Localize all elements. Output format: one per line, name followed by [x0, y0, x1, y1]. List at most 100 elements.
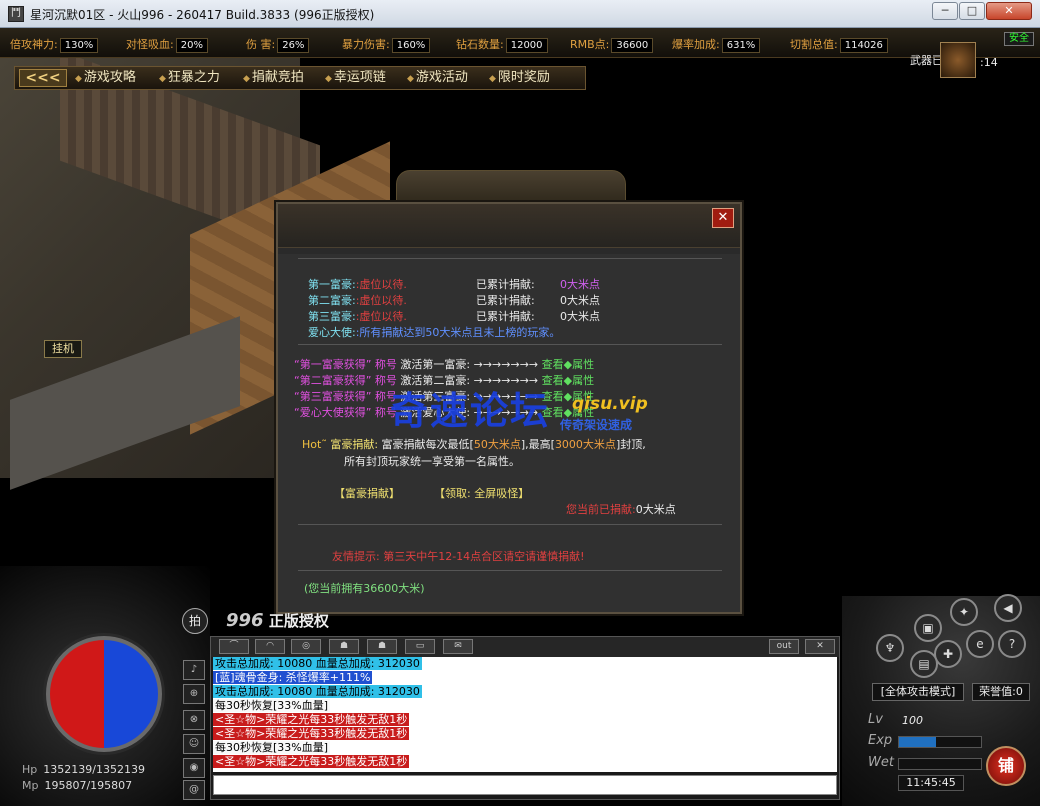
rank-sum-value: 0大米点: [560, 278, 600, 291]
chat-input[interactable]: [213, 775, 837, 795]
emote-icon[interactable]: ☺: [183, 734, 205, 754]
honor-value: 荣誉值:0: [972, 683, 1030, 701]
menu-limited-rewards[interactable]: ◆ 限时奖励: [489, 69, 550, 87]
character-icon[interactable]: ♆: [876, 634, 904, 662]
view-attr-link[interactable]: 查看◆属性: [542, 358, 594, 371]
chat-tab-all-icon[interactable]: ⌒: [219, 639, 249, 654]
stat-rmb: RMB点: 36600: [570, 36, 654, 53]
menu-donate-auction[interactable]: ◆ 捐献竞拍: [243, 69, 304, 87]
help-icon[interactable]: ?: [998, 630, 1026, 658]
rank-sum-label: 已累计捐献:: [476, 294, 535, 307]
chat-message: <圣☆物>荣耀之光每33秒触发无敌1秒: [213, 727, 410, 740]
exp-bar: [898, 736, 982, 748]
stat-bar: 倍攻神力: 130% 对怪吸血: 20% 伤 害: 26% 暴力伤害: 160% 钻石数…: [0, 28, 1040, 58]
rank-row: 第三富豪::虚位以待.: [308, 310, 407, 323]
app-icon: 鬥: [8, 6, 24, 22]
menu-guide[interactable]: ◆ 游戏攻略: [75, 69, 136, 87]
chat-message: 攻击总加成: 10080 血量总加成: 312030: [213, 685, 422, 698]
claim-button[interactable]: 【领取: 全屏吸怪】: [434, 485, 529, 501]
group-icon[interactable]: ⊗: [183, 710, 205, 730]
rank-sum-label: 已累计捐献:: [476, 310, 535, 323]
clock: 11:45:45: [898, 775, 964, 791]
skill-icon[interactable]: ✦: [950, 598, 978, 626]
chat-message: 攻击总加成: 10080 血量总加成: 312030: [213, 657, 422, 670]
stat-diamonds: 钻石数量: 12000: [456, 36, 548, 53]
book-icon[interactable]: ▤: [910, 650, 938, 678]
chat-message: <圣☆物>荣耀之光每33秒触发无敌1秒: [213, 755, 410, 768]
minimize-button[interactable]: ─: [932, 2, 958, 20]
current-donation: 您当前已捐献:0大米点: [566, 503, 676, 516]
chat-channel-icon[interactable]: ⊕: [183, 684, 205, 704]
chat-close-button[interactable]: ✕: [805, 639, 835, 654]
diamond-icon: ◆: [243, 74, 250, 84]
friendly-tip: 友情提示: 第三天中午12-14点合区请空请谨慎捐献!: [332, 550, 585, 563]
diamond-icon: ◆: [159, 74, 166, 84]
exp-bar-fill: [899, 737, 936, 747]
explore-icon[interactable]: e: [966, 630, 994, 658]
watermark-url: qisu.vip: [572, 394, 648, 414]
speaker-icon[interactable]: ♪: [183, 660, 205, 680]
weapon-icon[interactable]: [940, 42, 976, 78]
stat-crit-damage: 暴力伤害: 160%: [342, 36, 431, 53]
chat-message: 每30秒恢复[33%血量]: [213, 741, 331, 754]
voice-icon[interactable]: ◉: [183, 758, 205, 778]
maximize-button[interactable]: □: [959, 2, 985, 20]
dialog-header: [278, 204, 740, 248]
sound-icon[interactable]: ◀: [994, 594, 1022, 622]
shop-button[interactable]: 铺: [986, 746, 1026, 786]
auto-hangup-button[interactable]: 挂机: [44, 340, 82, 358]
diamond-icon: ◆: [325, 74, 332, 84]
donate-rule: Hot˜ 富豪捐献: 富豪捐献每次最低[50大米点],最高[3000大米点]封顶…: [302, 438, 646, 451]
quest-icon[interactable]: ✚: [934, 640, 962, 668]
bag-icon[interactable]: ▣: [914, 614, 942, 642]
stat-power: 倍攻神力: 130%: [10, 36, 99, 53]
chat-out-button[interactable]: out: [769, 639, 799, 654]
rank-sum-value: 0大米点: [560, 294, 600, 307]
chat-message: <圣☆物>荣耀之光每33秒触发无敌1秒: [213, 713, 410, 726]
weapon-activated-value: :14: [980, 56, 998, 69]
window-title: 星河沉默01区 - 火山996 - 260417 Build.3833 (996…: [30, 8, 375, 22]
donate-button[interactable]: 【富豪捐献】: [334, 485, 400, 501]
owned-currency: (您当前拥有36600大米): [304, 582, 425, 595]
auction-button[interactable]: 拍: [182, 608, 208, 634]
window-titlebar: 鬥 星河沉默01区 - 火山996 - 260417 Build.3833 (9…: [0, 0, 1040, 28]
chat-log[interactable]: 攻击总加成: 10080 血量总加成: 312030 [蓝]魂骨金身: 杀怪爆率…: [213, 657, 837, 772]
wet-bar: [898, 758, 982, 770]
hp-mp-orb: [46, 636, 162, 752]
rank-row: 第一富豪::虚位以待.: [308, 278, 407, 291]
at-icon[interactable]: @: [183, 780, 205, 800]
mp-readout: Mp 195807/195807: [22, 779, 133, 792]
diamond-icon: ◆: [75, 74, 82, 84]
stat-damage: 伤 害: 26%: [246, 36, 310, 53]
stat-drop-rate: 爆率加成: 631%: [672, 36, 761, 53]
chat-tab-world-icon[interactable]: ▭: [405, 639, 435, 654]
chat-tab-team-icon[interactable]: ☗: [367, 639, 397, 654]
chat-panel: ⌒ ◠ ◎ ☗ ☗ ▭ ✉ out ✕ 攻击总加成: 10080 血量总加成: …: [210, 636, 840, 800]
dialog-close-button[interactable]: ✕: [712, 208, 734, 228]
brand-logo: 996 正版授权: [226, 610, 329, 631]
chat-tab-private-icon[interactable]: ◎: [291, 639, 321, 654]
title-row: “第一富豪获得” 称号 激活第一富豪: →→→→→→→ 查看◆属性: [294, 358, 595, 371]
menu-berserk[interactable]: ◆ 狂暴之力: [159, 69, 220, 87]
chat-message: 每30秒恢复[33%血量]: [213, 699, 331, 712]
rank-sum-value: 0大米点: [560, 310, 600, 323]
donate-rule-2: 所有封顶玩家统一享受第一名属性。: [344, 455, 520, 468]
watermark-subtitle: 传奇架设速成: [560, 418, 633, 432]
divider: [298, 524, 722, 525]
divider: [298, 570, 722, 571]
hp-readout: Hp 1352139/1352139: [22, 763, 145, 776]
chat-tab-near-icon[interactable]: ◠: [255, 639, 285, 654]
attack-mode-button[interactable]: [全体攻击模式]: [872, 683, 964, 701]
menu-lucky-necklace[interactable]: ◆ 幸运项链: [325, 69, 386, 87]
level-value: 100: [902, 714, 923, 727]
divider: [298, 258, 722, 259]
level-label: Lv: [868, 712, 883, 727]
menu-events[interactable]: ◆ 游戏活动: [407, 69, 468, 87]
chat-toolbar: ⌒ ◠ ◎ ☗ ☗ ▭ ✉ out ✕: [211, 637, 839, 657]
close-window-button[interactable]: ✕: [986, 2, 1032, 20]
menu-collapse-button[interactable]: <<<: [19, 69, 67, 87]
chat-tab-mail-icon[interactable]: ✉: [443, 639, 473, 654]
chat-tab-guild-icon[interactable]: ☗: [329, 639, 359, 654]
stat-lifesteal: 对怪吸血: 20%: [126, 36, 208, 53]
watermark: 奇速论坛: [390, 389, 551, 433]
